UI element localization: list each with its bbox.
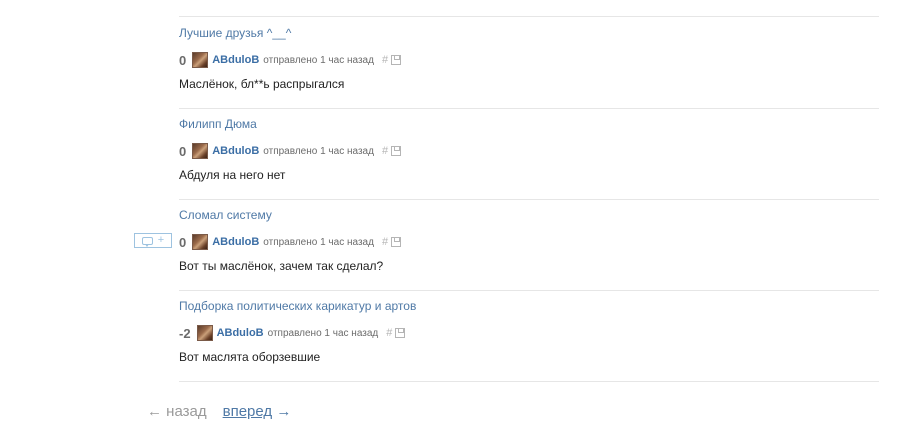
comment-item: Подборка политических карикатур и артов … [179,290,879,382]
prev-label: назад [166,403,207,420]
permalink-hash-icon[interactable]: # [386,327,392,339]
rating-value: 0 [179,234,187,250]
rating-value: -2 [179,325,191,341]
permalink-hash-icon[interactable]: # [382,145,388,157]
comment-bubble-icon [141,236,153,247]
comment-text: Маслёнок, бл**ь распрыгался [179,77,345,91]
save-icon[interactable] [391,146,402,156]
comment-text: Абдуля на него нет [179,168,286,182]
comment-item: Сломал систему 0 ABduloB отправлено 1 ча… [179,199,879,291]
pagination: ← назад вперед → [147,403,291,420]
rating-value: 0 [179,52,187,68]
username-link[interactable]: ABduloB [212,54,259,66]
post-title-link[interactable]: Подборка политических карикатур и артов [179,299,416,313]
permalink-hash-icon[interactable]: # [382,54,388,66]
save-icon[interactable] [391,55,402,65]
reply-button[interactable]: + [134,233,172,248]
comment-meta: 0 ABduloB отправлено 1 час назад # [179,51,402,69]
save-icon[interactable] [395,328,406,338]
avatar[interactable] [192,143,209,159]
comment-item: Филипп Дюма 0 ABduloB отправлено 1 час н… [179,108,879,200]
next-page-link[interactable]: вперед [223,403,273,420]
permalink-hash-icon[interactable]: # [382,236,388,248]
username-link[interactable]: ABduloB [212,236,259,248]
avatar[interactable] [196,325,213,341]
right-arrow-icon: → [276,403,292,420]
save-icon[interactable] [391,237,402,247]
left-arrow-icon: ← [147,403,162,420]
prev-page: ← назад [147,403,207,420]
plus-icon: + [157,234,165,246]
comment-item: Лучшие друзья ^__^ 0 ABduloB отправлено … [179,17,879,109]
rating-value: 0 [179,143,187,159]
avatar[interactable] [192,52,209,68]
sent-time: отправлено 1 час назад [263,145,374,157]
sent-time: отправлено 1 час назад [267,327,379,339]
next-page[interactable]: вперед → [223,403,292,420]
post-title-link[interactable]: Лучшие друзья ^__^ [179,26,291,40]
comment-meta: 0 ABduloB отправлено 1 час назад # [179,142,402,160]
sent-time: отправлено 1 час назад [263,54,374,66]
post-title-link[interactable]: Сломал систему [179,208,272,222]
comment-meta: 0 ABduloB отправлено 1 час назад # [179,233,402,251]
post-title-link[interactable]: Филипп Дюма [179,117,257,131]
comment-text: Вот маслята оборзевшие [179,350,321,364]
comment-meta: -2 ABduloB отправлено 1 час назад # [179,324,406,342]
username-link[interactable]: ABduloB [217,327,264,339]
sent-time: отправлено 1 час назад [263,236,374,248]
comment-text: Вот ты маслёнок, зачем так сделал? [179,259,384,273]
avatar[interactable] [192,234,209,250]
username-link[interactable]: ABduloB [212,145,259,157]
